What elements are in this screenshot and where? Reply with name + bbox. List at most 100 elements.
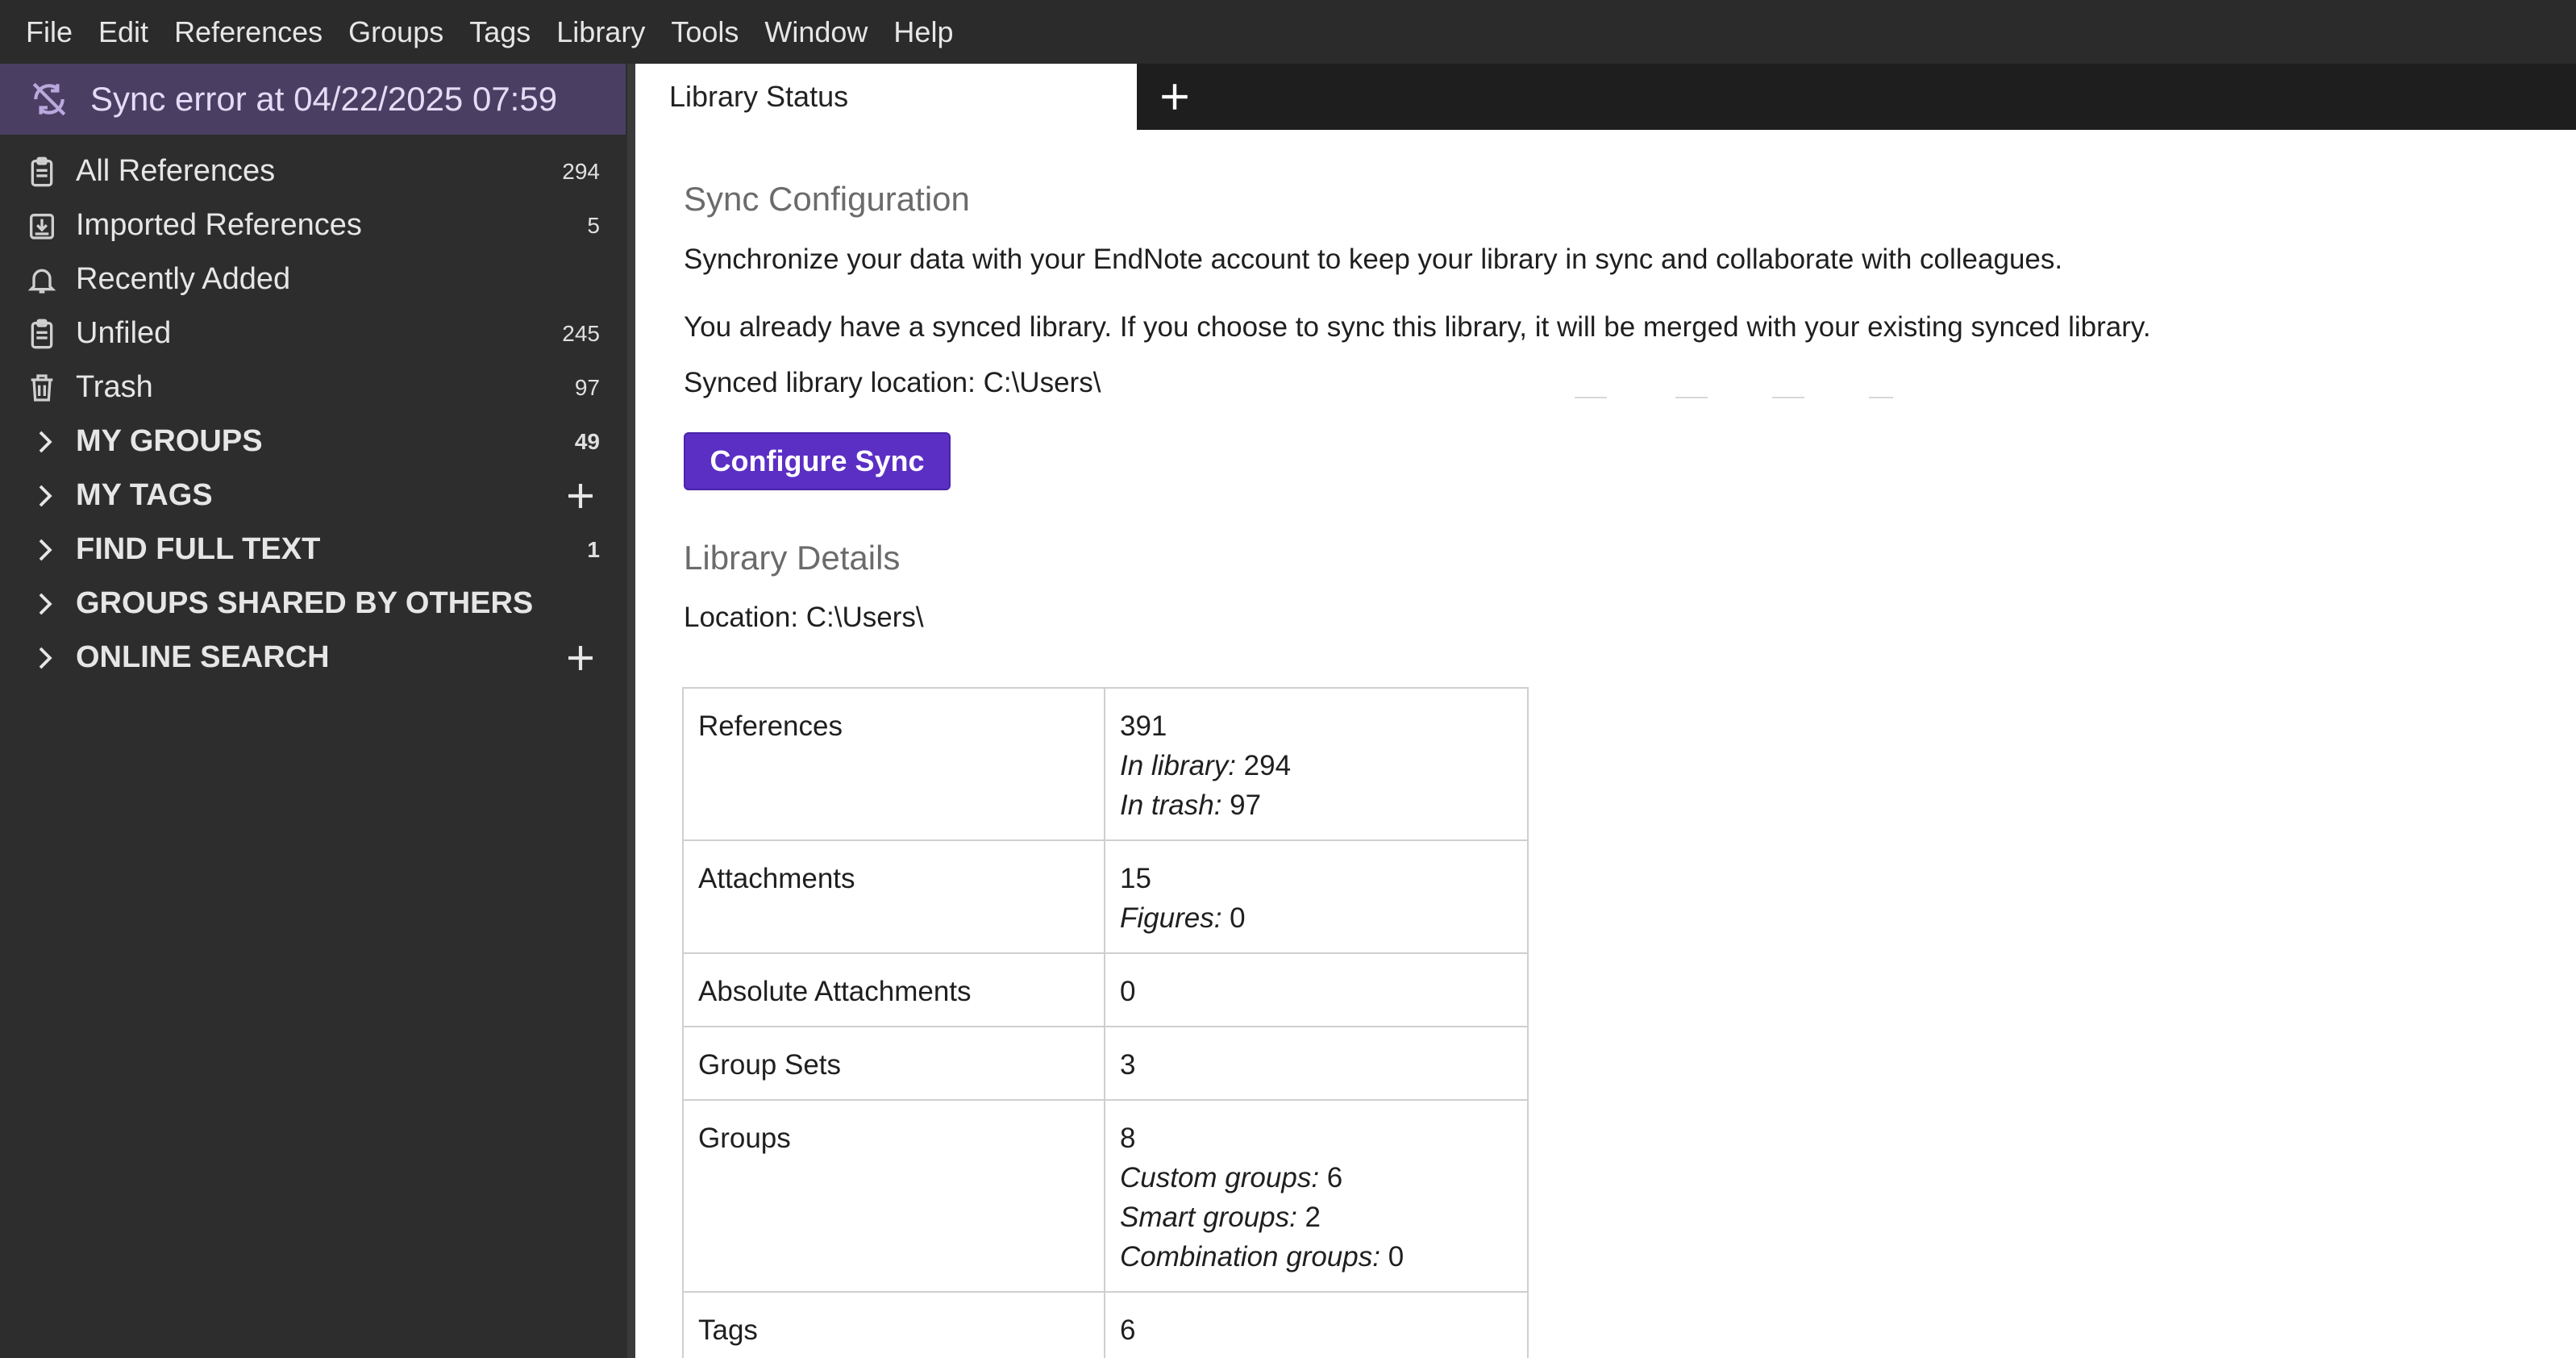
sidebar-item-label: Imported References (76, 208, 362, 242)
detail-key: Groups (682, 1099, 1105, 1293)
detail-key: Absolute Attachments (682, 952, 1105, 1027)
add-tab-icon[interactable] (1158, 80, 1192, 114)
menu-file[interactable]: File (0, 0, 85, 64)
sidebar-item-count: 245 (562, 320, 600, 346)
configure-sync-button[interactable]: Configure Sync (684, 432, 951, 490)
redacted-path-mark (1575, 397, 1607, 398)
sidebar-item-unfiled[interactable]: Unfiled 245 (0, 306, 626, 360)
sidebar-section-label: MY TAGS (76, 478, 213, 512)
sidebar-section-count: 49 (574, 428, 600, 454)
sidebar-item-label: All References (76, 154, 276, 188)
library-details-table: References 391 In library: 294 In trash: 97… (682, 687, 1529, 1358)
sidebar-item-trash[interactable]: Trash 97 (0, 360, 626, 414)
chevron-right-icon[interactable] (31, 589, 60, 619)
table-row: Absolute Attachments 0 (682, 952, 1529, 1027)
detail-value: 0 (1120, 976, 1136, 1007)
detail-key: Attachments (682, 839, 1105, 954)
detail-value: 6 (1120, 1314, 1136, 1346)
menubar: File Edit References Groups Tags Library… (0, 0, 2576, 64)
sync-error-text: Sync error at 04/22/2025 07:59 (90, 80, 558, 118)
sidebar-item-imported-references[interactable]: Imported References 5 (0, 198, 626, 252)
table-row: Group Sets 3 (682, 1026, 1529, 1101)
sidebar-section-label: MY GROUPS (76, 424, 263, 458)
detail-sub-value: 97 (1221, 789, 1262, 821)
detail-sub-label: Custom groups: (1120, 1162, 1320, 1193)
sync-description: Synchronize your data with your EndNote … (684, 244, 2063, 275)
detail-sub-label: In trash: (1120, 789, 1222, 821)
sidebar-section-find-full-text[interactable]: FIND FULL TEXT 1 (0, 523, 626, 577)
clipboard-icon (31, 156, 53, 186)
sidebar-item-recently-added[interactable]: Recently Added (0, 252, 626, 306)
detail-value: 15 (1120, 863, 1151, 894)
detail-sub-label: Smart groups: (1120, 1202, 1297, 1233)
library-location: Location: C:\Users\ (684, 602, 924, 633)
menu-groups[interactable]: Groups (335, 0, 456, 64)
menu-edit[interactable]: Edit (85, 0, 161, 64)
sync-error-banner[interactable]: Sync error at 04/22/2025 07:59 (0, 64, 626, 135)
table-row: References 391 In library: 294 In trash: 97 (682, 687, 1529, 841)
trash-icon (31, 373, 53, 402)
detail-sub-label: Figures: (1120, 902, 1222, 934)
sidebar-section-online-search[interactable]: ONLINE SEARCH (0, 631, 626, 685)
detail-sub-label: Combination groups: (1120, 1241, 1380, 1273)
sync-error-icon (32, 82, 66, 116)
redacted-path-mark (1869, 397, 1893, 398)
sidebar-item-all-references[interactable]: All References 294 (0, 144, 626, 198)
sidebar-item-label: Unfiled (76, 316, 172, 350)
add-online-search-icon[interactable] (564, 642, 597, 674)
menu-help[interactable]: Help (880, 0, 966, 64)
sidebar-item-label: Recently Added (76, 262, 291, 296)
add-tag-icon[interactable] (564, 480, 597, 512)
menu-window[interactable]: Window (751, 0, 880, 64)
detail-sub-value: 0 (1380, 1241, 1405, 1273)
sidebar-item-count: 97 (574, 374, 600, 400)
detail-sub-line: In library: 294 (1120, 746, 1513, 785)
chevron-right-icon[interactable] (31, 427, 60, 456)
library-details-heading: Library Details (684, 539, 901, 577)
detail-sub-value: 294 (1235, 750, 1292, 781)
library-status-panel: Sync Configuration Synchronize your data… (635, 130, 2576, 1358)
endnote-window: File Edit References Groups Tags Library… (0, 0, 2576, 1358)
synced-library-location: Synced library location: C:\Users\ (684, 367, 1101, 398)
menu-library[interactable]: Library (543, 0, 658, 64)
sidebar-section-my-groups[interactable]: MY GROUPS 49 (0, 414, 626, 469)
tab-library-status[interactable]: Library Status (635, 64, 1137, 130)
detail-value-cell: 3 (1104, 1026, 1529, 1101)
detail-sub-line: Smart groups: 2 (1120, 1198, 1513, 1237)
sidebar-item-count: 294 (562, 158, 600, 184)
chevron-right-icon[interactable] (31, 481, 60, 510)
import-icon (30, 213, 54, 240)
table-row: Groups 8 Custom groups: 6 Smart groups: 2 Co… (682, 1099, 1529, 1293)
table-row: Attachments 15 Figures: 0 (682, 839, 1529, 954)
sidebar-section-label: ONLINE SEARCH (76, 640, 330, 674)
redacted-path-mark (1772, 397, 1804, 398)
detail-sub-label: In library: (1120, 750, 1236, 781)
sidebar: Sync error at 04/22/2025 07:59 All Refer… (0, 64, 627, 1358)
tab-bar: Library Status (635, 64, 2576, 130)
sidebar-section-label: FIND FULL TEXT (76, 532, 321, 566)
detail-key: Tags (682, 1291, 1105, 1358)
detail-key: Group Sets (682, 1026, 1105, 1101)
detail-sub-line: Custom groups: 6 (1120, 1158, 1513, 1198)
detail-value: 8 (1120, 1123, 1136, 1154)
detail-value: 3 (1120, 1049, 1136, 1081)
detail-sub-line: Combination groups: 0 (1120, 1237, 1513, 1277)
chevron-right-icon[interactable] (31, 535, 60, 564)
sidebar-section-my-tags[interactable]: MY TAGS (0, 469, 626, 523)
sidebar-item-label: Trash (76, 370, 153, 404)
bell-icon (27, 269, 56, 294)
menu-references[interactable]: References (161, 0, 335, 64)
sidebar-section-groups-shared-by-others[interactable]: GROUPS SHARED BY OTHERS (0, 577, 626, 631)
detail-value-cell: 6 (1104, 1291, 1529, 1358)
menu-tags[interactable]: Tags (456, 0, 543, 64)
detail-value: 391 (1120, 710, 1167, 742)
sidebar-splitter[interactable] (627, 64, 635, 1358)
detail-sub-value: 2 (1296, 1202, 1321, 1233)
menu-tools[interactable]: Tools (658, 0, 751, 64)
detail-value-cell: 391 In library: 294 In trash: 97 (1104, 687, 1529, 841)
detail-sub-value: 0 (1221, 902, 1246, 934)
detail-sub-line: Figures: 0 (1120, 898, 1513, 938)
sync-notice: You already have a synced library. If yo… (684, 311, 2151, 343)
chevron-right-icon[interactable] (31, 644, 60, 673)
redacted-path-mark (1675, 397, 1708, 398)
